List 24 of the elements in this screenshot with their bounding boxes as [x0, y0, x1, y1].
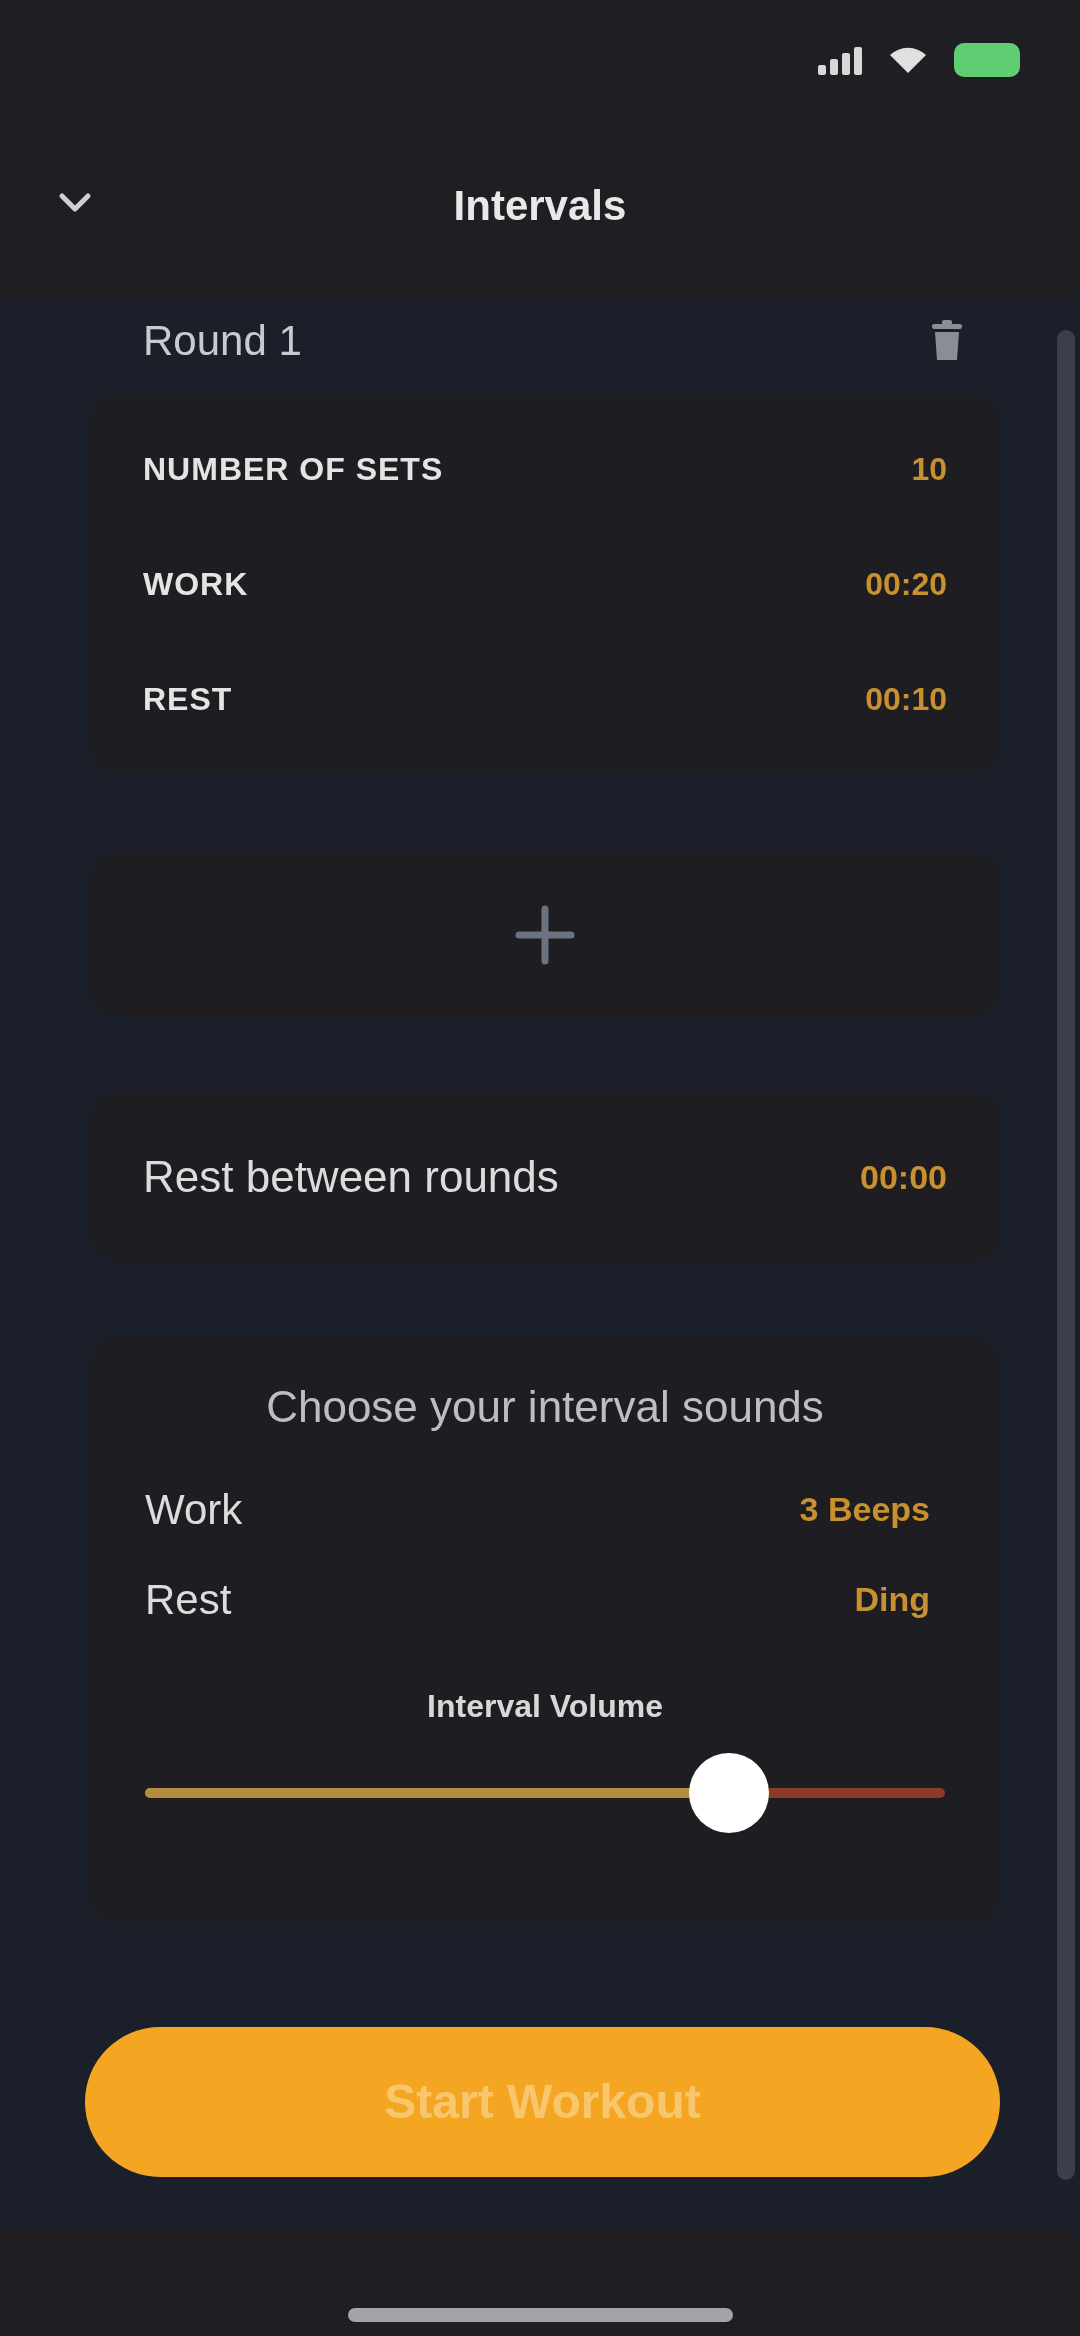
plus-icon [515, 904, 575, 965]
setting-value[interactable]: 10 [911, 444, 947, 493]
rest-between-rounds-value: 00:00 [860, 1156, 947, 1198]
setting-value[interactable]: 00:20 [865, 559, 947, 608]
sound-label: Work [145, 1485, 243, 1535]
wifi-icon [888, 45, 928, 75]
trash-icon[interactable] [932, 320, 962, 360]
setting-label: REST [143, 679, 233, 719]
setting-label: WORK [143, 564, 249, 604]
round-title: Round 1 [143, 315, 302, 366]
setting-value[interactable]: 00:10 [865, 674, 947, 723]
battery-icon [954, 43, 1020, 77]
rest-between-rounds-label: Rest between rounds [143, 1151, 559, 1203]
sounds-title: Choose your interval sounds [266, 1381, 824, 1433]
volume-label: Interval Volume [427, 1687, 663, 1726]
sound-value[interactable]: 3 Beeps [799, 1484, 930, 1535]
setting-label: NUMBER OF SETS [143, 449, 444, 489]
signal-icon [818, 45, 862, 75]
sound-value[interactable]: Ding [854, 1574, 930, 1625]
rest-between-rounds-card[interactable]: Rest between rounds 00:00 [90, 1092, 1000, 1262]
screen-title: Intervals [453, 180, 627, 231]
volume-slider[interactable] [145, 1753, 945, 1833]
chevron-down-icon[interactable] [58, 192, 92, 214]
sound-label: Rest [145, 1575, 232, 1625]
